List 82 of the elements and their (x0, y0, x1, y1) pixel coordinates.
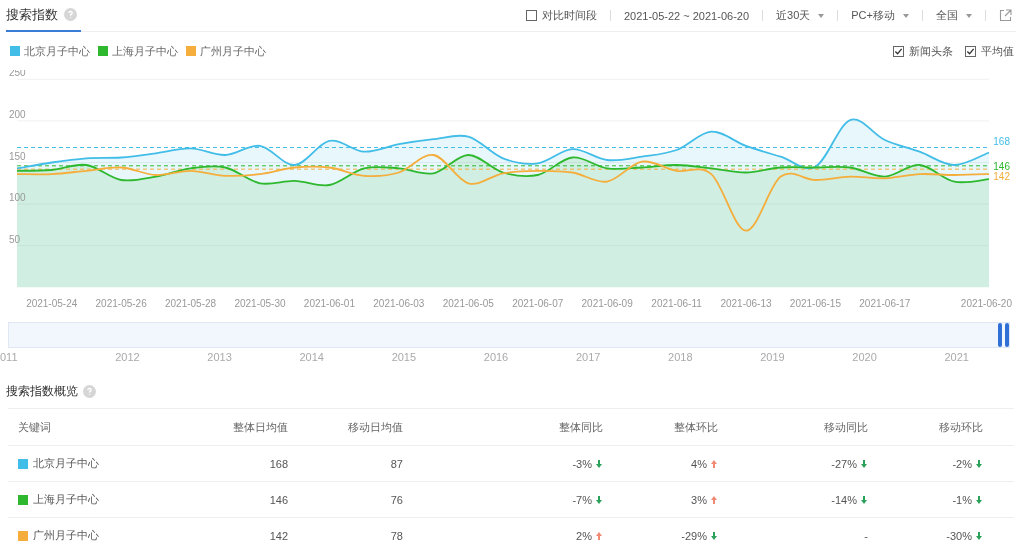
axis-label: 2021-06-09 (581, 298, 633, 309)
table-cell: -7% (572, 493, 592, 506)
average-label: 168 (993, 135, 1010, 147)
chart-tab[interactable]: 搜索指数 (6, 0, 81, 32)
axis-label: 2021-06-13 (720, 298, 772, 309)
filter-dropdown[interactable]: 近30天 (776, 8, 825, 23)
external-link-icon[interactable] (999, 9, 1012, 22)
axis-label: 200 (9, 108, 26, 120)
year-label: 011 (0, 351, 18, 365)
filter-dropdown[interactable]: PC+移动 (851, 8, 909, 23)
axis-label: 150 (9, 150, 26, 162)
axis-label: 2021-05-24 (26, 298, 78, 309)
legend-label[interactable]: 广州月子中心 (200, 43, 266, 59)
table-cell: 3% (691, 493, 707, 506)
range-handle[interactable] (998, 323, 1009, 347)
column-header: 移动日均值 (347, 419, 403, 435)
axis-label: 2021-06-03 (373, 298, 425, 309)
axis-label: 2021-06-20 (960, 298, 1012, 309)
table-cell-text: 87 (389, 457, 403, 470)
table-cell-text: 142 (268, 529, 288, 542)
axis-label: 2021-06-01 (303, 298, 355, 309)
keyword-cell: 广州月子中心 (33, 528, 99, 543)
option-checkbox[interactable]: 新闻头条 (893, 43, 953, 59)
table-cell-text: 146 (268, 493, 288, 506)
average-label: 146 (993, 160, 1010, 172)
check-icon (894, 46, 903, 56)
year-label: 2012 (115, 351, 140, 365)
table-cell: 2% (576, 529, 592, 542)
year-label: 2020 (852, 351, 877, 365)
filter-dropdown[interactable]: 全国 (936, 8, 972, 23)
axis-label: 2021-06-17 (859, 298, 911, 309)
table-cell: -2% (952, 457, 972, 470)
average-label: 142 (993, 171, 1010, 183)
help-icon[interactable] (83, 384, 96, 398)
table-cell: -14% (831, 493, 857, 506)
axis-label: 2021-06-15 (789, 298, 841, 309)
table-cell: -3% (572, 457, 592, 470)
axis-label: 50 (9, 233, 21, 245)
legend-label[interactable]: 北京月子中心 (24, 43, 90, 59)
table-cell: -29% (681, 529, 707, 542)
year-label: 2016 (483, 351, 509, 365)
year-label: 2021 (944, 351, 969, 365)
column-header: 整体同比 (558, 419, 603, 435)
axis-label: 250 (9, 70, 26, 79)
date-range[interactable]: 2021-05-22 ~ 2021-06-20 (623, 9, 750, 22)
table-cell: -30% (946, 529, 972, 542)
axis-label: 2021-06-07 (512, 298, 564, 309)
year-label: 2019 (760, 351, 785, 365)
year-label: 2018 (668, 351, 693, 365)
axis-label: 100 (9, 192, 26, 204)
help-icon[interactable] (64, 8, 77, 21)
year-label: 2017 (575, 351, 601, 365)
section-title: 搜索指数概览 (6, 383, 78, 399)
column-header: 整体日均值 (232, 419, 288, 435)
option-checkbox[interactable]: 平均值 (965, 43, 1014, 59)
year-label: 2014 (299, 351, 324, 365)
table-cell-text: 168 (268, 457, 288, 470)
axis-label: 2021-05-26 (95, 298, 147, 309)
table-cell: 4% (691, 457, 707, 470)
year-label: 2015 (391, 351, 417, 365)
table-cell-text: 76 (389, 493, 403, 506)
check-icon (966, 46, 975, 56)
column-header: 移动环比 (938, 419, 983, 435)
table-cell-text: 78 (389, 529, 403, 542)
column-header: 关键词 (17, 419, 52, 435)
caret-icon (966, 13, 972, 18)
caret-icon (818, 13, 825, 18)
table-cell: -1% (952, 493, 972, 506)
column-header: 移动同比 (823, 419, 868, 435)
keyword-cell: 上海月子中心 (33, 492, 99, 507)
caret-icon (903, 13, 909, 18)
table-cell: - (864, 529, 868, 542)
keyword-cell: 北京月子中心 (33, 456, 99, 471)
compare-checkbox[interactable]: 对比时间段 (525, 8, 597, 23)
year-label: 2013 (207, 351, 232, 365)
axis-label: 2021-06-05 (442, 298, 494, 309)
column-header: 整体环比 (673, 419, 718, 435)
axis-label: 2021-06-11 (651, 298, 702, 309)
legend-label[interactable]: 上海月子中心 (112, 43, 178, 59)
axis-label: 2021-05-30 (234, 298, 286, 309)
axis-label: 2021-05-28 (165, 298, 217, 309)
table-cell: -27% (831, 457, 857, 470)
